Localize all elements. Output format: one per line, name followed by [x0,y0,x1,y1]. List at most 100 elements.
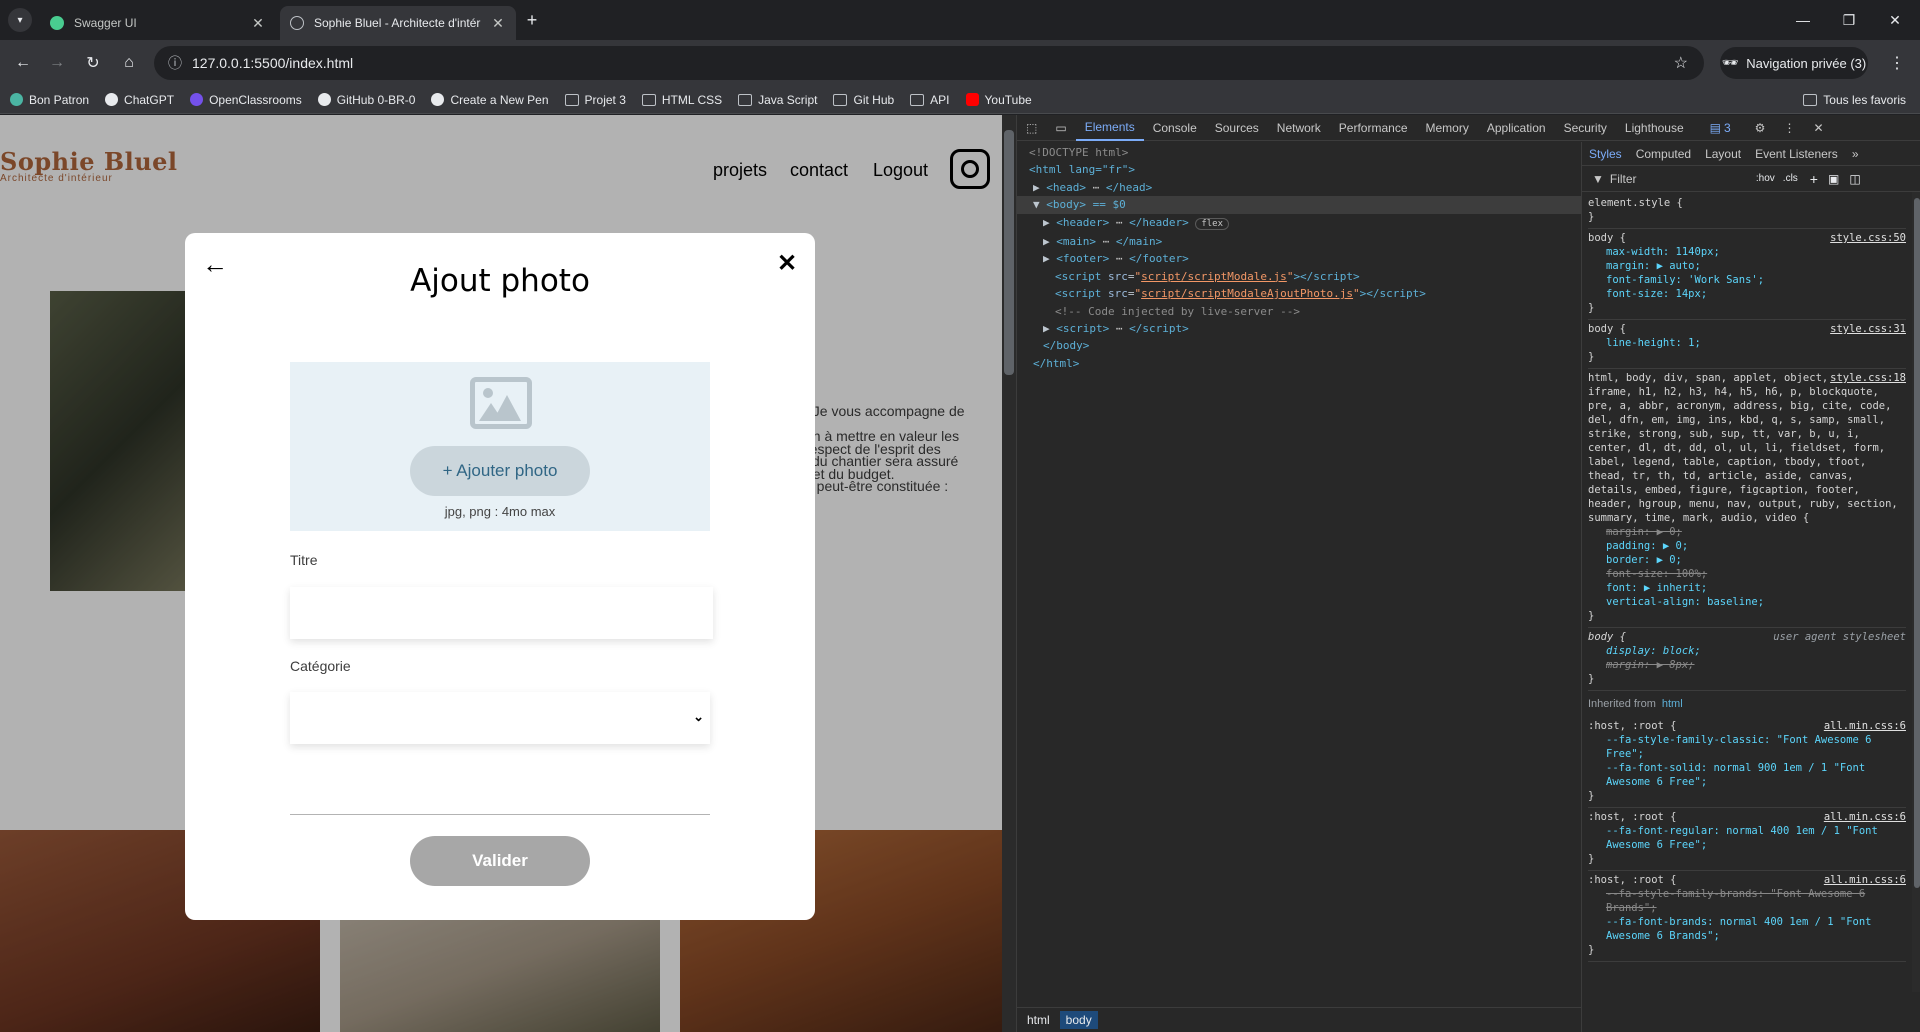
rule-property[interactable]: max-width: 1140px; [1588,245,1906,259]
dom-line-selected[interactable]: ▼ <body> == $0 [1017,196,1581,214]
rule-property[interactable]: display: block; [1588,644,1906,658]
devtools-tab-network[interactable]: Network [1268,115,1330,141]
tab-swagger[interactable]: Swagger UI ✕ [40,6,276,40]
rule-property[interactable]: margin: ▶ 8px; [1588,658,1906,672]
breadcrumb-html[interactable]: html [1021,1011,1056,1029]
dom-line[interactable]: ▶ <main> ⋯ </main> [1017,233,1581,250]
rule-property[interactable]: --fa-style-family-classic: "Font Awesome… [1588,733,1906,761]
issues-badge[interactable]: ▤ 3 [1701,115,1740,141]
bookmark-item[interactable]: OpenClassrooms [190,93,302,107]
element-style-rule[interactable]: element.style {} [1588,194,1906,229]
devtools-tab-memory[interactable]: Memory [1417,115,1478,141]
rule-property[interactable]: padding: ▶ 0; [1588,539,1906,553]
devtools-tab-application[interactable]: Application [1478,115,1555,141]
dom-line[interactable]: ▶ <header> ⋯ </header> flex [1017,214,1581,233]
close-icon[interactable]: ✕ [250,15,266,32]
inherited-from-link[interactable]: html [1662,698,1683,710]
tab-sophie-bluel[interactable]: Sophie Bluel - Architecte d'intér ✕ [280,6,516,40]
rule-source[interactable]: style.css:50 [1830,231,1906,245]
bookmark-item[interactable]: Bon Patron [10,93,89,107]
forward-button[interactable]: → [42,48,72,78]
submit-button[interactable]: Valider [410,836,590,886]
filter-input[interactable]: Filter [1610,172,1750,186]
dom-line[interactable]: <html lang="fr"> [1017,161,1581,178]
paint-icon[interactable]: ▣ [1828,172,1839,186]
more-tabs-icon[interactable]: » [1845,147,1866,161]
rule-property[interactable]: --fa-font-brands: normal 400 1em / 1 "Fo… [1588,915,1906,943]
inspect-element-icon[interactable]: ⬚ [1017,115,1046,141]
bookmark-item[interactable]: HTML CSS [641,93,722,107]
dom-line[interactable]: <script src="script/scriptModaleAjoutPho… [1017,285,1581,302]
rule-source[interactable]: all.min.css:6 [1824,719,1906,733]
bookmark-item[interactable]: ChatGPT [105,93,174,107]
devtools-tab-elements[interactable]: Elements [1075,115,1144,141]
rule-property[interactable]: font-family: 'Work Sans'; [1588,273,1906,287]
close-icon[interactable]: ✕ [490,15,506,32]
rule-property[interactable]: border: ▶ 0; [1588,553,1906,567]
bookmark-item[interactable]: GitHub 0-BR-0 [317,93,415,107]
reload-button[interactable]: ↻ [78,48,108,78]
new-tab-button[interactable]: + [520,8,544,32]
rule-source[interactable]: all.min.css:6 [1824,810,1906,824]
rule-property[interactable]: --fa-style-family-brands: "Font Awesome … [1588,887,1906,915]
titre-input[interactable] [290,587,713,639]
rule-property[interactable]: --fa-font-solid: normal 900 1em / 1 "Fon… [1588,761,1906,789]
flex-badge[interactable]: flex [1195,217,1230,230]
styles-scrollbar-thumb[interactable] [1914,198,1920,888]
dom-line[interactable]: <!-- Code injected by live-server --> [1017,303,1581,320]
rule-source[interactable]: all.min.css:6 [1824,873,1906,887]
dom-line[interactable]: </body> [1017,337,1581,354]
more-options-icon[interactable]: ⋮ [1774,115,1804,141]
dom-line[interactable]: </html> [1017,355,1581,372]
rule-property[interactable]: --fa-font-regular: normal 400 1em / 1 "F… [1588,824,1906,852]
rule-property[interactable]: font: ▶ inherit; [1588,581,1906,595]
bookmark-item[interactable]: Git Hub [833,93,894,107]
dom-line[interactable]: <!DOCTYPE html> [1017,144,1581,161]
rule-source[interactable]: style.css:31 [1830,322,1906,336]
incognito-badge[interactable]: 🕶 Navigation privée (3) [1720,47,1868,79]
rule-property[interactable]: vertical-align: baseline; [1588,595,1906,609]
restore-button[interactable]: ❐ [1826,0,1872,40]
rule-property[interactable]: line-height: 1; [1588,336,1906,350]
script-link[interactable]: script/scriptModaleAjoutPhoto.js [1141,287,1353,300]
rule-source[interactable]: style.css:18 [1830,371,1906,385]
gear-icon[interactable]: ⚙ [1746,115,1775,141]
devtools-tab-security[interactable]: Security [1555,115,1616,141]
rule-property[interactable]: margin: ▶ auto; [1588,259,1906,273]
star-icon[interactable]: ☆ [1674,53,1688,73]
styles-tab[interactable]: Layout [1698,147,1748,161]
menu-button[interactable]: ⋮ [1882,48,1912,78]
devtools-tab-sources[interactable]: Sources [1206,115,1268,141]
dom-line[interactable]: ▶ <script> ⋯ </script> [1017,320,1581,337]
breadcrumb-body[interactable]: body [1059,1011,1098,1029]
site-info-icon[interactable]: ⓘ [168,53,182,73]
close-window-button[interactable]: ✕ [1872,0,1918,40]
new-rule-icon[interactable]: + [1810,171,1818,187]
dom-line[interactable]: ▶ <footer> ⋯ </footer> [1017,250,1581,267]
script-link[interactable]: script/scriptModale.js [1141,270,1287,283]
styles-tab[interactable]: Event Listeners [1748,147,1845,161]
bookmark-item[interactable]: YouTube [965,93,1032,107]
address-bar[interactable]: ⓘ 127.0.0.1:5500/index.html ☆ [154,46,1704,80]
minimize-button[interactable]: — [1780,0,1826,40]
cls-toggle[interactable]: .cls [1783,173,1798,184]
back-button[interactable]: ← [8,48,38,78]
bookmark-item[interactable]: Create a New Pen [431,93,549,107]
rule-source[interactable]: user agent stylesheet [1773,630,1906,644]
devtools-tab-console[interactable]: Console [1144,115,1206,141]
rule-property[interactable]: font-size: 100%; [1588,567,1906,581]
rule-property[interactable]: font-size: 14px; [1588,287,1906,301]
close-devtools-icon[interactable]: ✕ [1804,115,1832,141]
home-button[interactable]: ⌂ [114,48,144,78]
elements-tree[interactable]: <!DOCTYPE html> <html lang="fr"> ▶ <head> … [1017,142,1581,1007]
hov-toggle[interactable]: :hov [1756,173,1775,184]
sidebar-toggle-icon[interactable]: ◫ [1849,172,1860,186]
styles-tab[interactable]: Computed [1629,147,1698,161]
bookmark-item[interactable]: API [910,93,950,107]
categorie-select[interactable]: ⌄ [290,692,710,744]
dom-line[interactable]: <script src="script/scriptModale.js"></s… [1017,268,1581,285]
rule-property[interactable]: margin: ▶ 0; [1588,525,1906,539]
bookmark-item[interactable]: Java Script [738,93,817,107]
devtools-tab-lighthouse[interactable]: Lighthouse [1616,115,1693,141]
tab-search-button[interactable]: ▾ [8,8,32,32]
